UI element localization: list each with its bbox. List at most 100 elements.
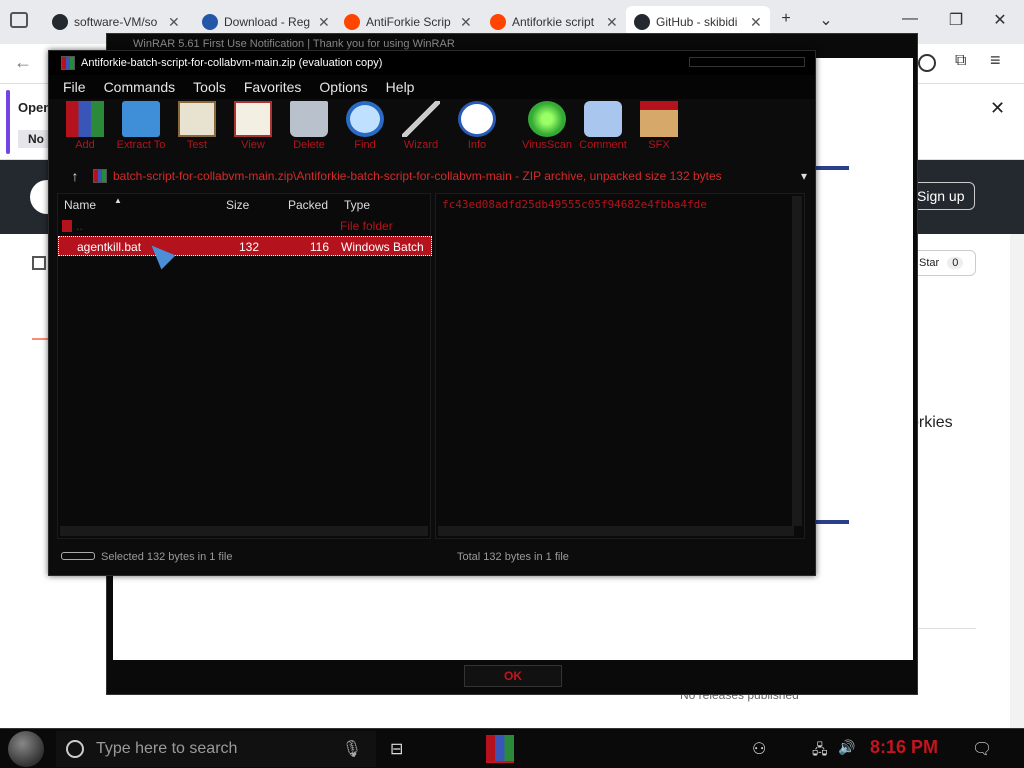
books-icon bbox=[66, 101, 104, 137]
menu-commands[interactable]: Commands bbox=[104, 79, 176, 95]
back-icon[interactable]: ← bbox=[14, 52, 32, 73]
path-dropdown-icon[interactable]: ▾ bbox=[797, 169, 811, 183]
menu-favorites[interactable]: Favorites bbox=[244, 79, 302, 95]
book-icon bbox=[234, 101, 272, 137]
volume-icon[interactable]: 🔊 bbox=[838, 739, 855, 756]
status-total: Total 132 bytes in 1 file bbox=[457, 551, 569, 563]
column-name[interactable]: Name bbox=[64, 194, 96, 216]
microphone-icon[interactable]: 🎙 bbox=[342, 739, 362, 759]
star-button[interactable]: Star 0 bbox=[908, 250, 976, 276]
tab-close-icon[interactable]: ✕ bbox=[460, 14, 472, 31]
toolbar-label: View bbox=[241, 139, 265, 151]
tab-close-icon[interactable]: ✕ bbox=[606, 14, 618, 31]
notification-accent bbox=[6, 90, 10, 154]
tab-close-icon[interactable]: ✕ bbox=[750, 14, 762, 31]
toolbar-label: SFX bbox=[648, 139, 670, 151]
archive-path[interactable]: batch-script-for-collabvm-main.zip\Antif… bbox=[107, 169, 797, 183]
path-bar: ↑ batch-script-for-collabvm-main.zip\Ant… bbox=[57, 163, 811, 189]
search-placeholder: Type here to search bbox=[96, 740, 238, 757]
winrar-taskbar-icon[interactable] bbox=[486, 735, 514, 763]
archive-icon bbox=[93, 169, 107, 183]
toolbar-label: Add bbox=[75, 139, 95, 151]
file-row[interactable]: agentkill.bat 132 116 Windows Batch bbox=[58, 236, 432, 256]
column-type[interactable]: Type bbox=[344, 194, 370, 216]
toolbar-label: Test bbox=[186, 139, 208, 151]
toolbar-view-button[interactable]: View bbox=[225, 101, 281, 157]
preview-hscroll[interactable] bbox=[438, 526, 794, 536]
network-icon[interactable]: 🖧 bbox=[812, 739, 828, 763]
winrar-titlebar: Antiforkie-batch-script-for-collabvm-mai… bbox=[49, 51, 815, 75]
code-icon[interactable] bbox=[32, 256, 46, 270]
file-type: Windows Batch bbox=[341, 240, 424, 254]
file-type: File folder bbox=[340, 219, 393, 233]
preview-vscroll[interactable] bbox=[792, 196, 802, 526]
tab-favicon-icon bbox=[52, 14, 68, 30]
toolbar-label: Wizard bbox=[403, 139, 439, 151]
trash-icon bbox=[290, 101, 328, 137]
preview-pane: fc43ed08adfd25db49555c05f94682e4fbba4fde bbox=[435, 193, 805, 539]
file-size: 132 bbox=[238, 240, 259, 254]
start-button[interactable] bbox=[8, 731, 44, 767]
file-list[interactable]: Name ▲ Size Packed Type .. File folder age… bbox=[57, 193, 432, 539]
toolbar-test-button[interactable]: Test bbox=[169, 101, 225, 157]
toolbar-extract-to-button[interactable]: Extract To bbox=[113, 101, 169, 157]
toolbar-comment-button[interactable]: Comment bbox=[575, 101, 631, 157]
toolbar-wizard-button[interactable]: Wizard bbox=[393, 101, 449, 157]
extensions-icon[interactable]: ⧉ bbox=[955, 52, 966, 70]
new-tab-button[interactable]: + bbox=[774, 10, 798, 28]
tab-favicon-icon bbox=[490, 14, 506, 30]
clipboard-check-icon bbox=[178, 101, 216, 137]
box-icon bbox=[640, 101, 678, 137]
toolbar-add-button[interactable]: Add bbox=[57, 101, 113, 157]
profile-icon[interactable] bbox=[918, 54, 936, 72]
toolbar-label: Extract To bbox=[116, 139, 166, 151]
wand-icon bbox=[402, 101, 440, 137]
winrar-statusbar: Selected 132 bytes in 1 file Total 132 b… bbox=[55, 547, 809, 567]
toolbar-virusscan-button[interactable]: VirusScan bbox=[519, 101, 575, 157]
window-controls[interactable] bbox=[689, 57, 805, 67]
task-view-icon[interactable]: ⊟ bbox=[390, 739, 403, 759]
tab-favicon-icon bbox=[202, 14, 218, 30]
toolbar-label: Comment bbox=[579, 139, 627, 151]
winrar-menubar: File Commands Tools Favorites Options Help bbox=[49, 75, 815, 99]
menu-file[interactable]: File bbox=[63, 79, 86, 95]
tab-favicon-icon bbox=[344, 14, 360, 30]
comment-icon bbox=[584, 101, 622, 137]
taskbar-search[interactable]: Type here to search 🎙 bbox=[56, 731, 376, 767]
toolbar-delete-button[interactable]: Delete bbox=[281, 101, 337, 157]
folder-icon bbox=[122, 101, 160, 137]
tab-close-icon[interactable]: ✕ bbox=[168, 14, 180, 31]
toolbar-info-button[interactable]: Info bbox=[449, 101, 505, 157]
minimize-icon[interactable]: — bbox=[898, 10, 922, 28]
sort-arrow-icon: ▲ bbox=[114, 196, 122, 205]
ok-button[interactable]: OK bbox=[464, 665, 562, 687]
restore-icon[interactable]: ❐ bbox=[944, 10, 968, 30]
toolbar-find-button[interactable]: Find bbox=[337, 101, 393, 157]
file-icon bbox=[62, 220, 72, 232]
file-row[interactable]: .. File folder bbox=[58, 216, 432, 236]
tab-list-icon[interactable]: ⌄ bbox=[814, 10, 838, 30]
column-size[interactable]: Size bbox=[226, 194, 249, 216]
up-folder-icon[interactable]: ↑ bbox=[57, 168, 93, 184]
tab-label: software-VM/so bbox=[74, 15, 158, 29]
action-center-icon[interactable]: 🗨 bbox=[972, 739, 992, 759]
close-window-icon[interactable]: ✕ bbox=[988, 10, 1012, 30]
file-hash: fc43ed08adfd25db49555c05f94682e4fbba4fde bbox=[442, 198, 707, 211]
column-packed[interactable]: Packed bbox=[288, 194, 328, 216]
taskbar-clock[interactable]: 8:16 PM bbox=[870, 737, 938, 758]
file-list-hscroll[interactable] bbox=[60, 526, 428, 536]
menu-help[interactable]: Help bbox=[386, 79, 415, 95]
toolbar-sfx-button[interactable]: SFX bbox=[631, 101, 687, 157]
blue-rule bbox=[813, 520, 849, 524]
tab-actions-icon[interactable] bbox=[10, 12, 28, 28]
menu-icon[interactable]: ≡ bbox=[990, 50, 1001, 71]
menu-tools[interactable]: Tools bbox=[193, 79, 226, 95]
close-notification-icon[interactable]: ✕ bbox=[990, 98, 1005, 119]
people-icon[interactable]: ⚇ bbox=[752, 739, 766, 759]
tab-close-icon[interactable]: ✕ bbox=[318, 14, 330, 31]
magnifier-icon bbox=[346, 101, 384, 137]
tab-label: Antiforkie script bbox=[512, 15, 595, 29]
menu-options[interactable]: Options bbox=[319, 79, 367, 95]
page-scrollbar[interactable] bbox=[1010, 234, 1024, 728]
file-name: .. bbox=[76, 219, 83, 233]
